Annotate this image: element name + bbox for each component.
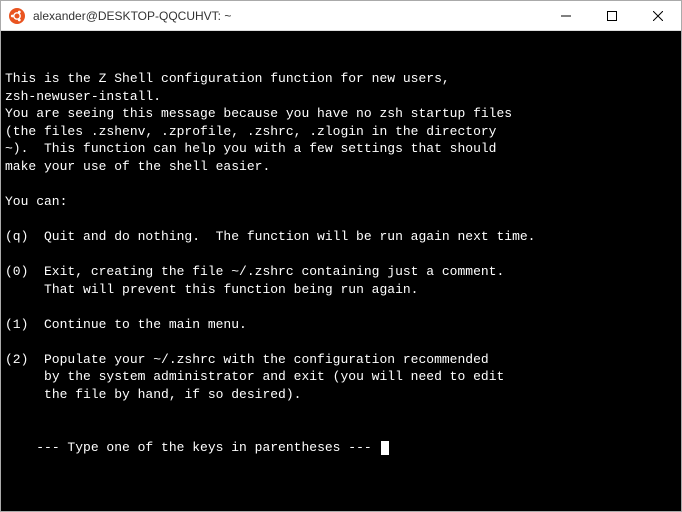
window-controls [543,1,681,30]
terminal-line: (0) Exit, creating the file ~/.zshrc con… [5,263,677,281]
terminal-prompt: --- Type one of the keys in parentheses … [36,440,379,455]
terminal-line [5,175,677,193]
maximize-button[interactable] [589,1,635,30]
terminal-line: (the files .zshenv, .zprofile, .zshrc, .… [5,123,677,141]
terminal-line: zsh-newuser-install. [5,88,677,106]
terminal-line: (2) Populate your ~/.zshrc with the conf… [5,351,677,369]
close-button[interactable] [635,1,681,30]
cursor [381,441,389,455]
terminal-line: You are seeing this message because you … [5,105,677,123]
terminal-line: the file by hand, if so desired). [5,386,677,404]
terminal-line: by the system administrator and exit (yo… [5,368,677,386]
ubuntu-icon [9,8,25,24]
terminal-line: You can: [5,193,677,211]
terminal-line: make your use of the shell easier. [5,158,677,176]
terminal-line [5,246,677,264]
titlebar: alexander@DESKTOP-QQCUHVT: ~ [1,1,681,31]
terminal-line [5,210,677,228]
minimize-button[interactable] [543,1,589,30]
terminal-line [5,403,677,421]
terminal-line: (q) Quit and do nothing. The function wi… [5,228,677,246]
terminal-line: This is the Z Shell configuration functi… [5,70,677,88]
terminal-output: This is the Z Shell configuration functi… [5,70,677,421]
terminal-line: (1) Continue to the main menu. [5,316,677,334]
terminal-line [5,333,677,351]
terminal-area[interactable]: This is the Z Shell configuration functi… [1,31,681,511]
terminal-line [5,298,677,316]
terminal-window: alexander@DESKTOP-QQCUHVT: ~ This is the… [0,0,682,512]
terminal-line: That will prevent this function being ru… [5,281,677,299]
window-title: alexander@DESKTOP-QQCUHVT: ~ [33,9,543,23]
terminal-line: ~). This function can help you with a fe… [5,140,677,158]
